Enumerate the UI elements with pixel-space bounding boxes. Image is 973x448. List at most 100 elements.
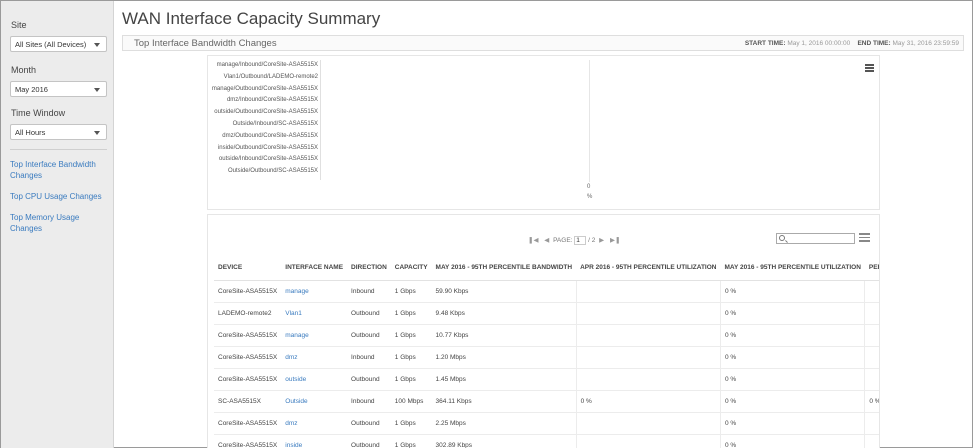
- table-cell: SC-ASA5515X: [214, 390, 282, 413]
- time-window-label: Time Window: [11, 108, 66, 118]
- chart-category-label: Vlan1/Outbound/LADEMO-remote2: [223, 73, 318, 80]
- column-header[interactable]: MAY 2016 - 95TH PERCENTILE BANDWIDTH: [431, 256, 577, 281]
- column-header[interactable]: APR 2016 - 95TH PERCENTILE UTILIZATION: [576, 256, 721, 281]
- column-header[interactable]: MAY 2016 - 95TH PERCENTILE UTILIZATION: [720, 256, 865, 281]
- table-cell: 0 %: [719, 324, 865, 347]
- pagination: ❚◀ ◀ PAGE: 1 / 2 ▶ ▶❚: [526, 236, 622, 245]
- table-cell: 0 %: [719, 412, 865, 435]
- interface-link[interactable]: manage: [285, 332, 309, 339]
- last-page-icon[interactable]: ▶❚: [610, 237, 620, 244]
- table-cell: Inbound: [347, 346, 391, 369]
- page-label: PAGE:: [553, 237, 573, 245]
- table-cell: [575, 280, 721, 303]
- sidebar-link-memory-changes[interactable]: Top Memory Usage Changes: [10, 212, 108, 234]
- interface-cell: manage: [281, 280, 348, 303]
- table-cell: 2.25 Mbps: [431, 412, 577, 435]
- first-page-icon[interactable]: ❚◀: [528, 237, 538, 244]
- interface-link[interactable]: dmz: [285, 354, 297, 361]
- table-cell: 1 Gbps: [390, 434, 432, 448]
- chart-x-tick: 0: [587, 184, 591, 190]
- table-cell: 0 %: [719, 390, 865, 413]
- chart-category-label: outside/Inbound/CoreSite-ASA5515X: [218, 156, 318, 163]
- month-label: Month: [11, 65, 37, 75]
- column-header[interactable]: INTERFACE NAME: [281, 256, 348, 281]
- end-time-label: END TIME:: [857, 40, 891, 47]
- table-row[interactable]: CoreSite-ASA5515X manage Inbound 1 Gbps 59.9…: [214, 280, 879, 303]
- table-cell: Outbound: [347, 434, 391, 448]
- table-cell: Outbound: [347, 302, 391, 325]
- chart-menu-icon[interactable]: [865, 64, 874, 72]
- table-cell: [864, 302, 879, 325]
- table-menu-icon[interactable]: [859, 233, 870, 244]
- table-row[interactable]: CoreSite-ASA5515X outside Outbound 1 Gbps 1.…: [214, 368, 879, 391]
- interface-link[interactable]: Vlan1: [285, 310, 302, 317]
- chart-x-unit: %: [587, 194, 593, 200]
- table-cell: 9.48 Kbps: [431, 302, 577, 325]
- table-row[interactable]: CoreSite-ASA5515X inside Outbound 1 Gbps 302…: [214, 434, 879, 448]
- interface-cell: inside: [281, 434, 348, 448]
- sidebar-link-cpu-changes[interactable]: Top CPU Usage Changes: [10, 191, 108, 202]
- interface-link[interactable]: manage: [285, 288, 309, 295]
- table-header-row: DEVICE INTERFACE NAME DIRECTION CAPACITY MAY…: [214, 256, 879, 281]
- month-select[interactable]: May 2016: [10, 81, 107, 97]
- column-header[interactable]: PERCEN: [864, 256, 879, 281]
- table-cell: 0 %: [864, 390, 879, 413]
- table-cell: 1 Gbps: [390, 368, 432, 391]
- chart-zero-gridline: [589, 60, 590, 182]
- sidebar-divider: [10, 149, 107, 150]
- table-row[interactable]: LADEMO-remote2 Vlan1 Outbound 1 Gbps 9.48 Kb…: [214, 302, 879, 325]
- table-cell: LADEMO-remote2: [214, 302, 282, 325]
- table-cell: 302.89 Kbps: [431, 434, 577, 448]
- interface-link[interactable]: inside: [285, 442, 302, 448]
- table-cell: 0 %: [719, 302, 865, 325]
- interface-link[interactable]: Outside: [285, 398, 307, 405]
- time-window-select[interactable]: All Hours: [10, 124, 107, 140]
- table-cell: CoreSite-ASA5515X: [214, 324, 282, 347]
- prev-page-icon[interactable]: ◀: [544, 237, 549, 244]
- table-row[interactable]: CoreSite-ASA5515X dmz Outbound 1 Gbps 2.25 M…: [214, 412, 879, 435]
- table-cell: CoreSite-ASA5515X: [214, 434, 282, 448]
- interface-link[interactable]: dmz: [285, 420, 297, 427]
- time-range: START TIME: May 1, 2016 00:00:00 END TIM…: [745, 40, 959, 47]
- table-cell: [575, 434, 721, 448]
- site-label: Site: [11, 20, 27, 30]
- table-cell: [864, 324, 879, 347]
- table-cell: Inbound: [347, 280, 391, 303]
- chart-category-label: manage/Inbound/CoreSite-ASA5515X: [216, 62, 318, 68]
- table-cell: CoreSite-ASA5515X: [214, 280, 282, 303]
- table-cell: Outbound: [347, 412, 391, 435]
- table-cell: CoreSite-ASA5515X: [214, 412, 282, 435]
- interface-cell: dmz: [281, 412, 348, 435]
- table-cell: 59.90 Kbps: [431, 280, 577, 303]
- section-title: Top Interface Bandwidth Changes: [134, 38, 277, 49]
- section-header: Top Interface Bandwidth Changes START TI…: [122, 35, 964, 51]
- time-window-select-value: All Hours: [15, 128, 46, 137]
- table-cell: [864, 346, 879, 369]
- column-header[interactable]: CAPACITY: [390, 256, 432, 281]
- interface-link[interactable]: outside: [285, 376, 306, 383]
- chart-category-label: manage/Outbound/CoreSite-ASA5515X: [211, 85, 318, 92]
- table-cell: 0 %: [575, 390, 721, 413]
- page-input[interactable]: 1: [574, 236, 587, 245]
- chevron-down-icon: [94, 88, 100, 92]
- sidebar: Site All Sites (All Devices) Month May 2…: [1, 1, 114, 448]
- table-body: CoreSite-ASA5515X manage Inbound 1 Gbps 59.9…: [214, 280, 879, 448]
- table-cell: 0 %: [719, 434, 865, 448]
- interface-cell: Outside: [281, 390, 348, 413]
- table-row[interactable]: SC-ASA5515X Outside Inbound 100 Mbps 364.11 …: [214, 390, 879, 413]
- table-cell: 100 Mbps: [390, 390, 432, 413]
- site-select[interactable]: All Sites (All Devices): [10, 36, 107, 52]
- table-row[interactable]: CoreSite-ASA5515X manage Outbound 1 Gbps 10.…: [214, 324, 879, 347]
- table-cell: 1 Gbps: [390, 324, 432, 347]
- next-page-icon[interactable]: ▶: [599, 237, 604, 244]
- table-search-input[interactable]: [776, 233, 855, 244]
- column-header[interactable]: DIRECTION: [347, 256, 391, 281]
- table-cell: 1.45 Mbps: [431, 368, 577, 391]
- table-row[interactable]: CoreSite-ASA5515X dmz Inbound 1 Gbps 1.20 Mb…: [214, 346, 879, 369]
- table-cell: 0 %: [719, 280, 865, 303]
- page-title: WAN Interface Capacity Summary: [122, 9, 381, 28]
- sidebar-link-bandwidth-changes[interactable]: Top Interface Bandwidth Changes: [10, 159, 108, 181]
- page-total: / 2: [588, 237, 596, 245]
- table-cell: [575, 368, 721, 391]
- column-header[interactable]: DEVICE: [214, 256, 282, 281]
